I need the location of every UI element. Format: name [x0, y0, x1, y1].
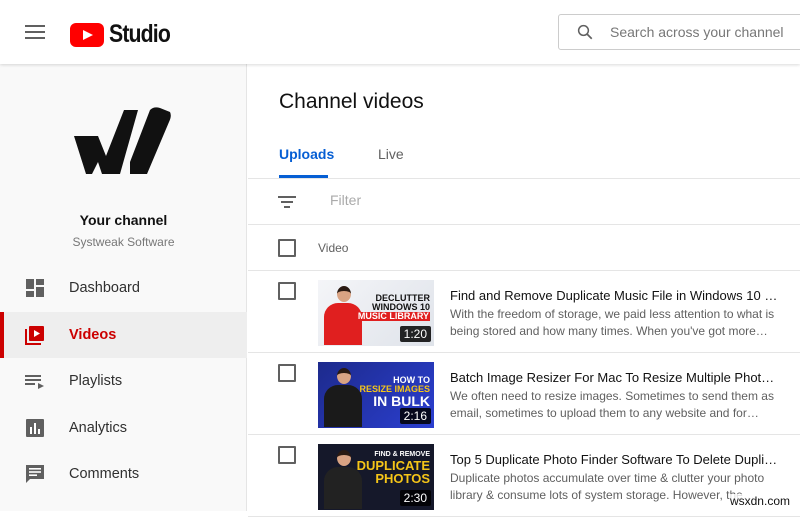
- sidebar-item-label: Analytics: [69, 419, 128, 436]
- logo-text: Studio: [109, 20, 171, 48]
- video-title[interactable]: Top 5 Duplicate Photo Finder Software To…: [450, 452, 780, 467]
- sidebar-item-label: Playlists: [69, 373, 123, 390]
- video-description: Duplicate photos accumulate over time & …: [450, 471, 765, 502]
- youtube-logo-icon: [70, 22, 104, 47]
- thumbnail-text: HOW TO RESIZE IMAGES IN BULK: [359, 375, 430, 409]
- sidebar-nav: Dashboard Videos Playlists Analytics Com…: [0, 265, 247, 498]
- filter-input[interactable]: [330, 192, 730, 208]
- main-content: Channel videos Uploads Live Video DECLUT…: [248, 64, 800, 517]
- sidebar-item-dashboard[interactable]: Dashboard: [0, 265, 247, 312]
- playlists-icon: [25, 375, 44, 390]
- video-description: With the freedom of storage, we paid les…: [450, 307, 775, 338]
- sidebar: Your channel Systweak Software Dashboard…: [0, 64, 247, 511]
- video-thumbnail[interactable]: DECLUTTER WINDOWS 10 MUSIC LIBRARY 1:20: [318, 280, 434, 346]
- select-all-checkbox[interactable]: [278, 239, 296, 257]
- divider: [248, 178, 800, 179]
- video-title[interactable]: Batch Image Resizer For Mac To Resize Mu…: [450, 370, 780, 385]
- video-duration: 2:16: [399, 408, 431, 424]
- menu-icon[interactable]: [25, 25, 45, 39]
- video-duration: 1:20: [399, 326, 431, 342]
- table-row[interactable]: HOW TO RESIZE IMAGES IN BULK 2:16 Batch Im…: [248, 353, 800, 435]
- search-box[interactable]: [558, 14, 800, 50]
- watermark: wsxdn.com: [729, 494, 790, 508]
- search-input[interactable]: [610, 24, 800, 40]
- filter-icon[interactable]: [278, 195, 296, 209]
- divider: [248, 224, 800, 225]
- tab-uploads[interactable]: Uploads: [279, 146, 334, 162]
- sidebar-item-label: Videos: [69, 326, 117, 343]
- dashboard-icon: [26, 279, 44, 298]
- sidebar-item-comments[interactable]: Comments: [0, 451, 247, 498]
- channel-title: Your channel: [79, 212, 168, 228]
- video-thumbnail[interactable]: FIND & REMOVE DUPLICATE PHOTOS 2:30: [318, 444, 434, 510]
- sidebar-item-label: Dashboard: [69, 280, 140, 297]
- comments-icon: [26, 465, 44, 484]
- sidebar-item-videos[interactable]: Videos: [0, 311, 247, 358]
- column-header-video: Video: [318, 241, 349, 255]
- studio-logo[interactable]: Studio: [70, 20, 181, 49]
- row-checkbox[interactable]: [278, 364, 296, 382]
- page-title: Channel videos: [279, 90, 424, 113]
- row-checkbox[interactable]: [278, 282, 296, 300]
- search-icon: [577, 24, 593, 40]
- row-checkbox[interactable]: [278, 446, 296, 464]
- video-thumbnail[interactable]: HOW TO RESIZE IMAGES IN BULK 2:16: [318, 362, 434, 428]
- video-title[interactable]: Find and Remove Duplicate Music File in …: [450, 288, 780, 303]
- analytics-icon: [26, 418, 44, 437]
- thumbnail-text: DECLUTTER WINDOWS 10 MUSIC LIBRARY: [356, 293, 430, 321]
- videos-icon: [25, 325, 44, 345]
- sidebar-item-label: Comments: [69, 466, 140, 483]
- tab-live[interactable]: Live: [378, 146, 404, 162]
- video-description: We often need to resize images. Sometime…: [450, 389, 774, 420]
- table-row[interactable]: FIND & REMOVE DUPLICATE PHOTOS 2:30 Top 5 …: [248, 435, 800, 517]
- sidebar-item-analytics[interactable]: Analytics: [0, 405, 247, 452]
- channel-avatar[interactable]: [72, 104, 172, 178]
- table-row[interactable]: DECLUTTER WINDOWS 10 MUSIC LIBRARY 1:20 Fi…: [248, 271, 800, 353]
- top-bar: Studio: [0, 0, 800, 64]
- video-duration: 2:30: [399, 490, 431, 506]
- channel-name: Systweak Software: [72, 235, 175, 249]
- thumbnail-text: FIND & REMOVE DUPLICATE PHOTOS: [356, 451, 430, 486]
- sidebar-item-playlists[interactable]: Playlists: [0, 358, 247, 405]
